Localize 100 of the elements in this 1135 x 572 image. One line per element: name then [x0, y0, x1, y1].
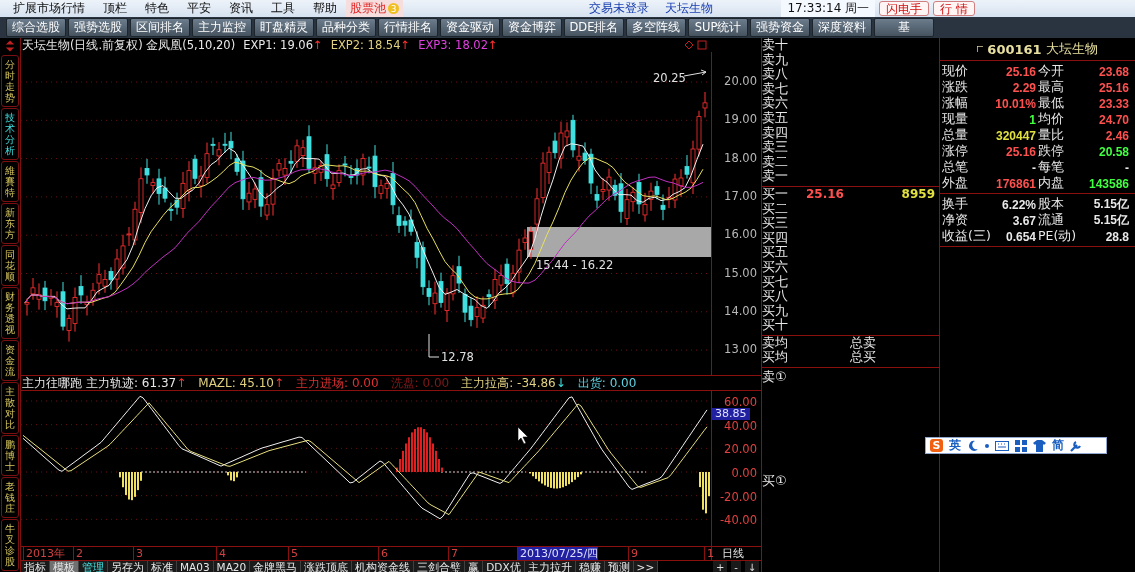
price-axis-label: 14.00 — [724, 304, 757, 317]
toolbar-button[interactable]: SUP统计 — [688, 18, 748, 37]
bid-volume: 8959 — [901, 186, 935, 202]
range-label: 15.44 - 16.22 — [536, 258, 614, 272]
legend-item: EXP3: 18.02↑ — [418, 38, 498, 52]
indicator-tab[interactable]: 模板 — [50, 561, 79, 572]
keyboard-icon[interactable] — [995, 440, 1009, 451]
side-tab[interactable]: 财务透视 — [1, 287, 19, 339]
ime-mode[interactable]: 英 — [949, 437, 961, 454]
indicator-tab[interactable]: MA03 — [177, 561, 214, 572]
toolbar-button[interactable]: 主力监控 — [192, 18, 252, 37]
side-tab[interactable]: 維賽特 — [1, 161, 19, 202]
menu-item[interactable]: 资讯 — [220, 0, 262, 17]
indicator-axis-label: 0.00 — [731, 467, 757, 479]
indicator-axis-label: -40.00 — [719, 514, 757, 527]
shirt-icon[interactable] — [1033, 439, 1046, 452]
zoom-button[interactable]: + — [712, 561, 728, 572]
toolbar-button[interactable]: 资金博弈 — [502, 18, 562, 37]
grid-icon[interactable] — [1015, 439, 1027, 452]
toolbar-button[interactable]: 资金驱动 — [440, 18, 500, 37]
indicator-tab[interactable]: 预测 — [604, 561, 634, 572]
indicator-tab[interactable]: >> — [633, 561, 659, 572]
indicator-tab[interactable]: 标准 — [148, 561, 177, 572]
quote-value: 10.01% — [994, 96, 1037, 111]
quote-label: PE(动) — [1038, 228, 1078, 245]
bid-price: 25.16 — [806, 186, 844, 202]
period-label[interactable]: 日线 — [711, 547, 761, 560]
ask-level-label: 卖六 — [762, 96, 788, 111]
indicator-axis-label: 60.00 — [724, 396, 757, 408]
quick-button[interactable]: 闪电手 — [879, 1, 930, 16]
side-tab[interactable]: 资金流 — [1, 340, 19, 381]
count-badge: 3 — [388, 3, 399, 14]
indicator-tab[interactable]: 稳赚 — [575, 561, 605, 572]
bid-level-label: 买七 — [762, 274, 788, 289]
side-tab[interactable]: 技术分析 — [1, 108, 19, 160]
menu-item[interactable]: 平安 — [178, 0, 220, 17]
date-label: 2013/07/25/四 — [517, 547, 599, 560]
bid-level-label: 买二 — [762, 201, 788, 217]
side-tab[interactable]: 同花顺 — [1, 245, 19, 286]
zoom-button[interactable]: ↓ — [744, 561, 760, 572]
zoom-button[interactable]: - — [731, 561, 741, 572]
indicator-tab[interactable]: 机构资金线 — [352, 561, 415, 572]
date-label: 1 — [704, 547, 714, 560]
side-tab[interactable]: 鹏博士 — [1, 435, 19, 476]
indicator-tab[interactable]: 三剑合璧 — [414, 561, 466, 572]
quick-button[interactable]: 行 情 — [933, 1, 975, 16]
current-value-tag: 38.85 — [712, 408, 750, 420]
buy-ticks-label: 买① — [762, 472, 788, 491]
indicator-tab[interactable]: 另存为 — [108, 561, 148, 572]
menu-item[interactable]: 扩展市场行情 — [4, 0, 94, 17]
indicator-tab[interactable]: 赢 — [465, 561, 484, 572]
quote-value: 25.16 — [1004, 64, 1037, 79]
price-axis-label: 13.00 — [724, 343, 757, 356]
toolbar-button[interactable]: DDE排名 — [564, 18, 624, 37]
wrench-icon[interactable] — [1070, 439, 1082, 452]
quote-value: 5.15亿 — [1092, 212, 1130, 229]
indicator-tab[interactable]: MA20 — [213, 561, 251, 572]
ime-charset[interactable]: 简 — [1052, 437, 1064, 454]
side-tab[interactable]: 新东方 — [1, 203, 19, 244]
stock-pool-menu[interactable]: 股票池 3 — [346, 0, 403, 17]
quote-value: 25.16 — [1004, 144, 1037, 159]
menu-item[interactable]: 帮助 — [304, 0, 346, 17]
quote-label: 外盘 — [942, 175, 969, 192]
ask-level-label: 卖五 — [762, 110, 788, 126]
side-tab[interactable]: 分时走势 — [1, 55, 19, 107]
diamond-square-icon[interactable] — [685, 40, 707, 50]
dot-icon[interactable] — [985, 443, 989, 448]
toolbar-button[interactable]: 盯盘精灵 — [254, 18, 314, 37]
toolbar-button[interactable]: 行情排名 — [378, 18, 438, 37]
side-tab[interactable]: 牛叉诊股 — [1, 519, 19, 571]
toolbar-button[interactable]: 综合选股 — [6, 18, 66, 37]
side-tab[interactable]: 主散对比 — [1, 382, 19, 434]
side-tab[interactable]: 老钱庄 — [1, 477, 19, 518]
price-axis-label: 15.00 — [724, 266, 757, 279]
menu-item[interactable]: 特色 — [136, 0, 178, 17]
bid-level-label: 买一 — [762, 186, 788, 202]
moon-icon[interactable] — [967, 439, 979, 452]
indicator-tab[interactable]: DDX优 — [483, 561, 525, 572]
toolbar-button[interactable]: 多空阵线 — [626, 18, 686, 37]
toolbar-button[interactable]: 强势资金 — [750, 18, 810, 37]
indicator-tab[interactable]: 涨跌顶底 — [301, 561, 353, 572]
indicator-axis-label: -20.00 — [719, 490, 757, 503]
toolbar-button[interactable]: 品种分类 — [316, 18, 376, 37]
toolbar-button[interactable]: 深度资料 — [812, 18, 872, 37]
toolbar-button[interactable]: 强势选股 — [68, 18, 128, 37]
quote-label: 最低 — [1038, 95, 1065, 112]
toolbar-button[interactable]: 基 — [874, 18, 934, 37]
indicator-tab[interactable]: 主力拉升 — [524, 561, 576, 572]
indicator-tab[interactable]: 指标 — [21, 561, 50, 572]
menu-item[interactable]: 顶栏 — [94, 0, 136, 17]
trade-status[interactable]: 交易未登录 — [581, 0, 658, 17]
indicator-axis-label: 20.00 — [724, 443, 757, 456]
toolbar-button[interactable]: 区间排名 — [130, 18, 190, 37]
date-label: 4 — [216, 547, 226, 560]
quote-label: 均价 — [1038, 111, 1065, 128]
date-label: 2 — [73, 547, 83, 560]
indicator-tab[interactable]: 金牌黑马 — [250, 561, 302, 572]
menu-item[interactable]: 工具 — [262, 0, 304, 17]
stock-name: 天坛生物 — [664, 0, 715, 17]
indicator-tab[interactable]: 管理 — [79, 561, 108, 572]
